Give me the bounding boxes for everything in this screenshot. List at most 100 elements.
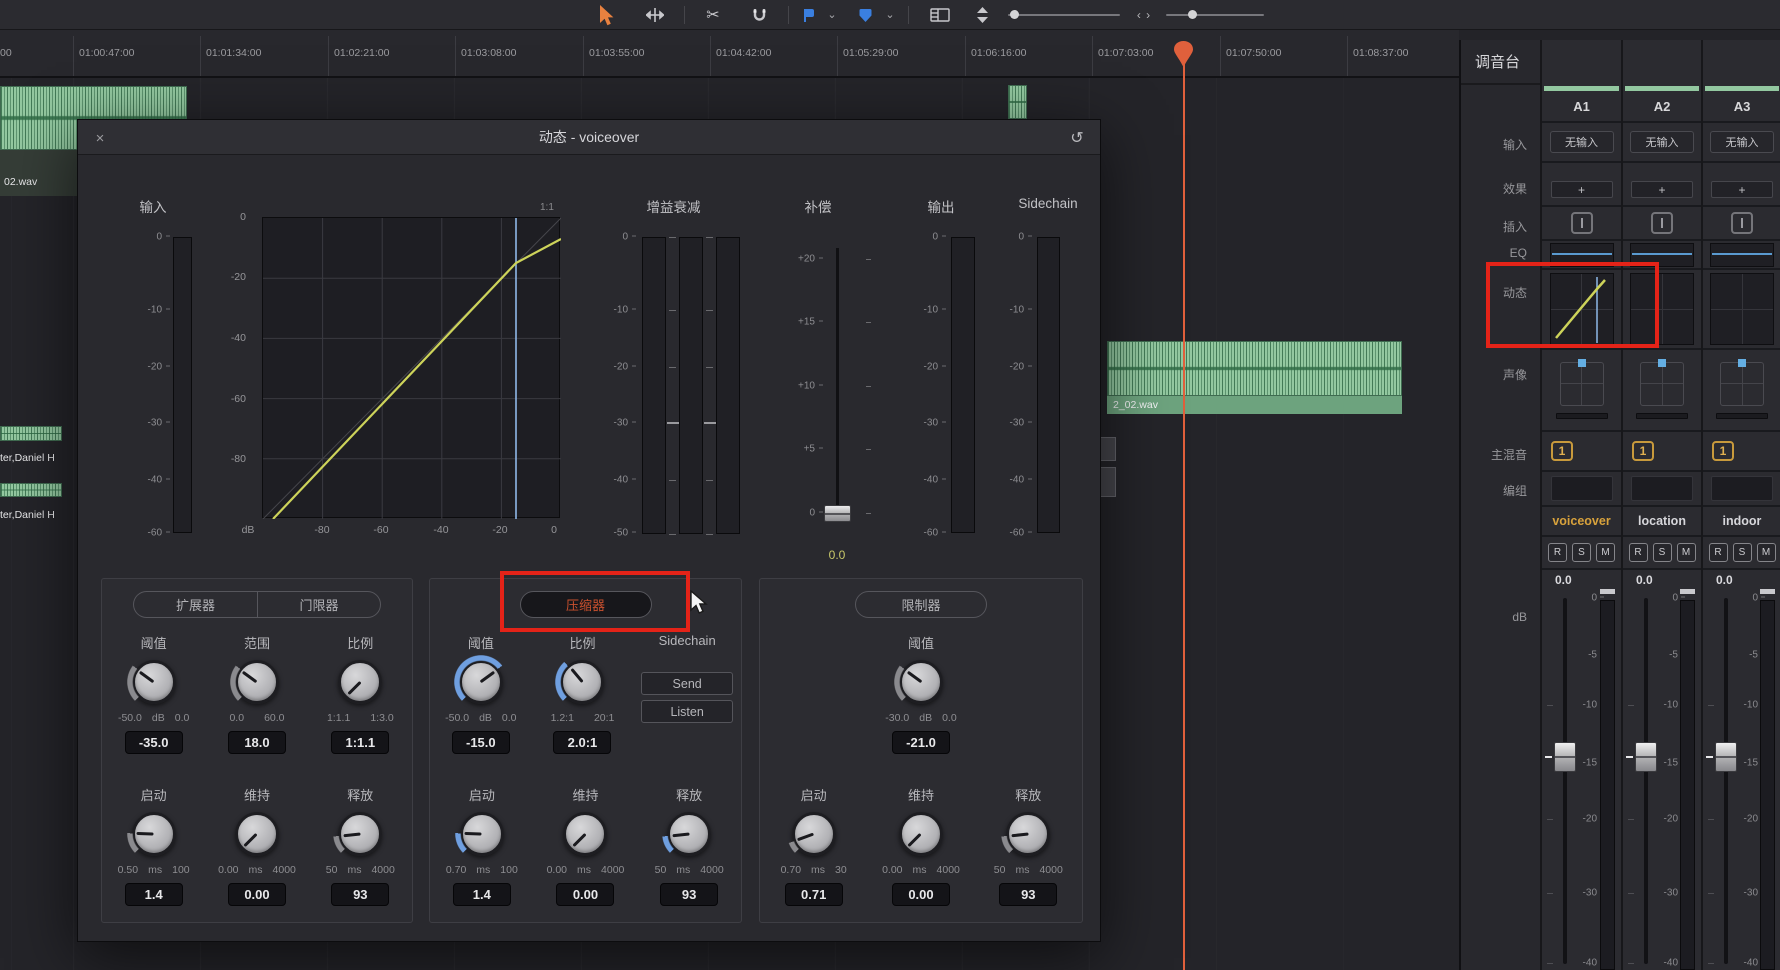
channel-fader[interactable]: 0-5-10-15-20-30-40	[1542, 590, 1621, 970]
timeline-view-options-icon[interactable]	[928, 3, 952, 27]
fader-track[interactable]	[1563, 598, 1567, 964]
group-box[interactable]	[1551, 476, 1613, 501]
channel-fader[interactable]: 0-5-10-15-20-30-40	[1623, 590, 1701, 970]
ratio-value[interactable]: 1:1.1	[331, 731, 389, 754]
track-name[interactable]: voiceover	[1542, 507, 1621, 537]
trim-tool-icon[interactable]	[644, 3, 666, 27]
dialog-titlebar[interactable]: × 动态 - voiceover ↺	[78, 120, 1100, 155]
playhead-marker[interactable]	[1174, 41, 1193, 73]
flag-dropdown-icon[interactable]: ⌄	[826, 3, 838, 27]
fader-handle[interactable]	[1715, 742, 1737, 772]
input-select[interactable]: 无输入	[1630, 131, 1694, 153]
attack-knob[interactable]	[792, 812, 836, 856]
attack-knob[interactable]	[460, 812, 504, 856]
mute-button[interactable]: M	[1596, 543, 1615, 562]
fader-handle[interactable]	[1635, 742, 1657, 772]
mute-button[interactable]: M	[1677, 543, 1696, 562]
close-icon[interactable]: ×	[90, 128, 110, 148]
release-knob[interactable]	[1006, 812, 1050, 856]
hold-knob[interactable]	[563, 812, 607, 856]
release-value[interactable]: 93	[660, 883, 718, 906]
threshold-value[interactable]: -15.0	[452, 731, 510, 754]
bus-assign-badge[interactable]: 1	[1551, 441, 1573, 461]
pan-control[interactable]	[1560, 362, 1604, 406]
eq-thumbnail[interactable]	[1710, 243, 1774, 267]
flag-icon[interactable]	[800, 3, 818, 27]
pan-bar[interactable]	[1556, 413, 1608, 419]
sidechain-send-button[interactable]: Send	[641, 672, 733, 695]
ratio-value[interactable]: 2.0:1	[553, 731, 611, 754]
mute-button[interactable]: M	[1757, 543, 1776, 562]
marker-dropdown-icon[interactable]: ⌄	[884, 3, 896, 27]
audio-clip[interactable]	[1099, 467, 1116, 497]
release-value[interactable]: 93	[331, 883, 389, 906]
track-name[interactable]: indoor	[1703, 507, 1780, 537]
audio-clip-2-02-wav[interactable]: 2_02.wav	[1107, 341, 1402, 414]
group-box[interactable]	[1631, 476, 1693, 501]
audio-clip[interactable]	[1099, 437, 1116, 461]
attack-knob[interactable]	[132, 812, 176, 856]
release-knob[interactable]	[667, 812, 711, 856]
input-select[interactable]: 无输入	[1710, 131, 1774, 153]
fader-track[interactable]	[1644, 598, 1648, 964]
makeup-value[interactable]: 0.0	[807, 548, 867, 562]
release-value[interactable]: 93	[999, 883, 1057, 906]
record-arm-button[interactable]: R	[1629, 543, 1648, 562]
insert-toggle[interactable]	[1571, 212, 1593, 234]
makeup-slider-handle[interactable]	[824, 505, 851, 522]
dynamics-graph[interactable]	[262, 217, 560, 518]
fader-handle[interactable]	[1554, 742, 1576, 772]
audio-clip[interactable]: ter,Daniel H	[0, 483, 62, 525]
pan-bar[interactable]	[1636, 413, 1688, 419]
insert-toggle[interactable]	[1731, 212, 1753, 234]
record-arm-button[interactable]: R	[1709, 543, 1728, 562]
pan-control[interactable]	[1720, 362, 1764, 406]
reset-icon[interactable]: ↺	[1066, 127, 1088, 149]
ratio-knob[interactable]	[560, 660, 604, 704]
fader-value[interactable]: 0.0	[1703, 570, 1780, 590]
record-arm-button[interactable]: R	[1548, 543, 1567, 562]
hold-value[interactable]: 0.00	[556, 883, 614, 906]
hold-value[interactable]: 0.00	[228, 883, 286, 906]
gate-toggle[interactable]: 门限器	[257, 591, 381, 618]
audio-clip[interactable]	[1008, 85, 1027, 119]
range-knob[interactable]	[235, 660, 279, 704]
track-height-icon[interactable]	[974, 3, 990, 27]
add-effect-button[interactable]: +	[1711, 181, 1773, 198]
sidechain-listen-button[interactable]: Listen	[641, 700, 733, 723]
bus-assign-badge[interactable]: 1	[1712, 441, 1734, 461]
expander-toggle[interactable]: 扩展器	[133, 591, 257, 618]
hold-knob[interactable]	[899, 812, 943, 856]
fader-value[interactable]: 0.0	[1542, 570, 1621, 590]
ratio-knob[interactable]	[338, 660, 382, 704]
solo-button[interactable]: S	[1572, 543, 1591, 562]
fader-value[interactable]: 0.0	[1623, 570, 1701, 590]
channel-label[interactable]: A1	[1542, 92, 1621, 123]
razor-tool-icon[interactable]: ✂	[702, 3, 724, 27]
fader-track[interactable]	[1724, 598, 1728, 964]
solo-button[interactable]: S	[1733, 543, 1752, 562]
track-name[interactable]: location	[1623, 507, 1701, 537]
add-effect-button[interactable]: +	[1631, 181, 1693, 198]
channel-label[interactable]: A2	[1623, 92, 1701, 123]
threshold-knob[interactable]	[132, 660, 176, 704]
marker-icon[interactable]	[856, 3, 874, 27]
group-box[interactable]	[1711, 476, 1773, 501]
dynamics-thumbnail[interactable]	[1710, 273, 1774, 345]
bus-assign-badge[interactable]: 1	[1632, 441, 1654, 461]
audio-clip[interactable]: ter,Daniel H	[0, 426, 62, 468]
threshold-value[interactable]: -35.0	[125, 731, 183, 754]
pan-control[interactable]	[1640, 362, 1684, 406]
h old-value[interactable]: 0.00	[892, 883, 950, 906]
timeline-ruler[interactable]: 0001:00:47:0001:01:34:0001:02:21:0001:03…	[0, 30, 1459, 78]
threshold-knob[interactable]	[459, 660, 503, 704]
channel-fader[interactable]: 0-5-10-15-20-30-40	[1703, 590, 1780, 970]
channel-label[interactable]: A3	[1703, 92, 1780, 123]
makeup-slider-track[interactable]	[836, 248, 839, 520]
limiter-toggle[interactable]: 限制器	[855, 591, 987, 618]
hold-knob[interactable]	[235, 812, 279, 856]
release-knob[interactable]	[338, 812, 382, 856]
threshold-value[interactable]: -21.0	[892, 731, 950, 754]
add-effect-button[interactable]: +	[1551, 181, 1613, 198]
attack-value[interactable]: 1.4	[125, 883, 183, 906]
